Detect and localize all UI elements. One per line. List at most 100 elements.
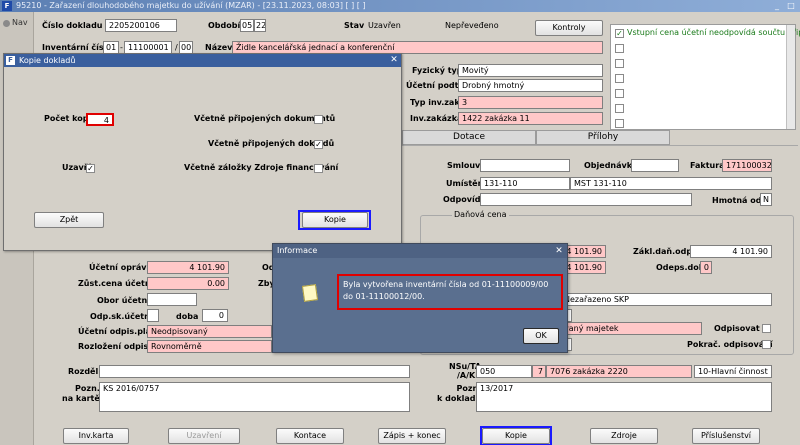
- info-message: Byla vytvořena inventární čísla od 01-11…: [343, 280, 549, 301]
- odpisovat-checkbox[interactable]: [762, 324, 771, 333]
- doc-number-label: Číslo dokladu: [42, 21, 103, 30]
- plan-label: Účetní odpis.plán: [78, 327, 157, 336]
- faktura-label: Faktura: [690, 161, 725, 170]
- warning-checkbox-7[interactable]: [615, 119, 624, 128]
- tab-prilohy[interactable]: Přílohy: [536, 130, 670, 145]
- copy-dialog: F Kopie dokladů ✕ Počet kopií 4 Včetně p…: [3, 53, 402, 251]
- plan-field[interactable]: Neodpisovaný: [147, 325, 272, 338]
- pokrac-checkbox[interactable]: [762, 340, 771, 349]
- close-button[interactable]: Uzavření: [168, 428, 240, 444]
- dialog-copy-highlight: [298, 210, 371, 230]
- warning-scrollbar[interactable]: [786, 25, 795, 129]
- period-year-field[interactable]: 22: [254, 19, 266, 32]
- acc-subtype-field[interactable]: Drobný hmotný: [458, 79, 603, 92]
- funding-checkbox[interactable]: [314, 164, 323, 173]
- odp-sk-field[interactable]: [147, 309, 159, 322]
- nsu-activity-field[interactable]: 10-Hlavní činnost: [694, 365, 772, 378]
- ok-button[interactable]: OK: [523, 328, 559, 344]
- copy-dialog-titlebar: F Kopie dokladů ✕: [4, 54, 401, 67]
- warning-panel: ✓ Vstupní cena účetní neodpovídá součtu …: [610, 24, 800, 130]
- state-value: Uzavřen: [368, 21, 401, 30]
- copy-dialog-icon: F: [6, 56, 15, 65]
- info-dialog: Informace ✕ Byla vytvořena inventární čí…: [272, 243, 568, 353]
- inv-type-label: Typ inv.zak.: [410, 98, 463, 107]
- majetek-field[interactable]: vaný majetek: [560, 322, 702, 335]
- period-month-field[interactable]: 05: [240, 19, 254, 32]
- tab-dotace[interactable]: Dotace: [402, 130, 536, 145]
- info-dialog-close-icon[interactable]: ✕: [553, 244, 565, 258]
- warning-checkbox-4[interactable]: [615, 74, 624, 83]
- copy-dialog-close-icon[interactable]: ✕: [388, 54, 400, 67]
- back-button[interactable]: Zpět: [34, 212, 104, 228]
- rozdel-field[interactable]: [99, 365, 410, 378]
- rozlozeni-label: Rozložení odpisů: [78, 342, 155, 351]
- doc-number-field[interactable]: 2205200106: [105, 19, 177, 32]
- objednavka-label: Objednávka: [584, 161, 638, 170]
- accessories-button[interactable]: Příslušenství: [692, 428, 760, 444]
- period-label: Období: [208, 21, 241, 30]
- inv-order-field[interactable]: 1422 zakázka 11: [458, 112, 603, 125]
- odp-sk-label: Odp.sk.účetní: [90, 312, 153, 321]
- copy-dialog-title: Kopie dokladů: [19, 56, 76, 65]
- nav-label: Nav: [12, 18, 28, 27]
- kontace-button[interactable]: Kontace: [276, 428, 344, 444]
- bottom-copy-highlight: [480, 426, 552, 445]
- rozdel-label: Rozděl.: [68, 367, 102, 376]
- objednavka-field[interactable]: [631, 159, 679, 172]
- physical-type-field[interactable]: Movitý: [458, 64, 603, 77]
- count-field[interactable]: 4: [86, 113, 114, 126]
- obor-label: Obor účetní: [97, 296, 150, 305]
- inv-card-button[interactable]: Inv.karta: [63, 428, 129, 444]
- warning-checkbox-3[interactable]: [615, 59, 624, 68]
- umisteni-code-field[interactable]: 131-110: [480, 177, 570, 190]
- pozn-doc-field[interactable]: 13/2017: [476, 382, 772, 412]
- title-bar: F 95210 - Zařazení dlouhodobého majetku …: [0, 0, 800, 12]
- warning-checkbox-2[interactable]: [615, 44, 624, 53]
- pozn-card-field[interactable]: KS 2016/0757: [99, 382, 410, 412]
- umisteni-name-field[interactable]: MST 131-110: [570, 177, 772, 190]
- tax-price-section-label: Daňová cena: [452, 209, 509, 221]
- info-dialog-title: Informace: [277, 246, 318, 255]
- pokrac-label: Pokrač. odpisování: [687, 340, 773, 349]
- odpovida-field[interactable]: [480, 193, 692, 206]
- rozlozeni-field[interactable]: Rovnoměrně: [147, 340, 272, 353]
- nsu-order-field[interactable]: 7076 zakázka 2220: [546, 365, 692, 378]
- pozn-card-label: Pozn. na kartě: [62, 384, 100, 403]
- nsu-code-field[interactable]: 050: [476, 365, 532, 378]
- base-tax-field[interactable]: 4 101.90: [690, 245, 772, 258]
- residual-field[interactable]: 0.00: [147, 277, 229, 290]
- nezarazeno-field[interactable]: Nezařazeno SKP: [560, 293, 772, 306]
- odpisovat-label: Odpisovat: [714, 324, 760, 333]
- window-title: 95210 - Zařazení dlouhodobého majetku do…: [16, 1, 366, 10]
- inv-type-field[interactable]: 3: [458, 96, 603, 109]
- doba-field[interactable]: 0: [202, 309, 228, 322]
- warning-checkbox-6[interactable]: [615, 104, 624, 113]
- maximize-icon[interactable]: □: [786, 1, 796, 11]
- app-icon: F: [2, 1, 12, 11]
- controls-button[interactable]: Kontroly: [535, 20, 603, 36]
- attached-docs-checkbox[interactable]: [314, 115, 323, 124]
- faktura-field[interactable]: 1711000322: [722, 159, 772, 172]
- attached-records-checkbox[interactable]: ✓: [314, 140, 323, 149]
- info-dialog-titlebar: Informace ✕: [273, 244, 567, 258]
- funding-button[interactable]: Zdroje financování: [590, 428, 658, 444]
- smlouva-field[interactable]: [480, 159, 570, 172]
- posting-state: Nepřeveđeno: [445, 21, 499, 30]
- warning-checkbox-5[interactable]: [615, 89, 624, 98]
- residual-label: Zůst.cena účetní: [78, 279, 154, 288]
- warning-checkbox[interactable]: ✓: [615, 29, 624, 38]
- doba-label: doba: [176, 312, 199, 321]
- minimize-icon[interactable]: _: [772, 1, 782, 11]
- info-note-icon: [301, 284, 319, 302]
- save-close-button[interactable]: Zápis + konec: [378, 428, 446, 444]
- close-checkbox[interactable]: ✓: [86, 164, 95, 173]
- hmotnost-field[interactable]: N: [760, 193, 772, 206]
- warning-text: Vstupní cena účetní neodpovídá součtu př…: [627, 28, 800, 37]
- nsu-num-field[interactable]: 7: [532, 365, 546, 378]
- inv-order-label: Inv.zakázka: [410, 114, 463, 123]
- acc-depr-field[interactable]: 4 101.90: [147, 261, 229, 274]
- state-label: Stav: [344, 21, 365, 30]
- obor-field[interactable]: [147, 293, 197, 306]
- odeps-doba-field[interactable]: 0: [700, 261, 712, 274]
- pozn-doc-label: Pozn. k dokladu: [437, 384, 482, 403]
